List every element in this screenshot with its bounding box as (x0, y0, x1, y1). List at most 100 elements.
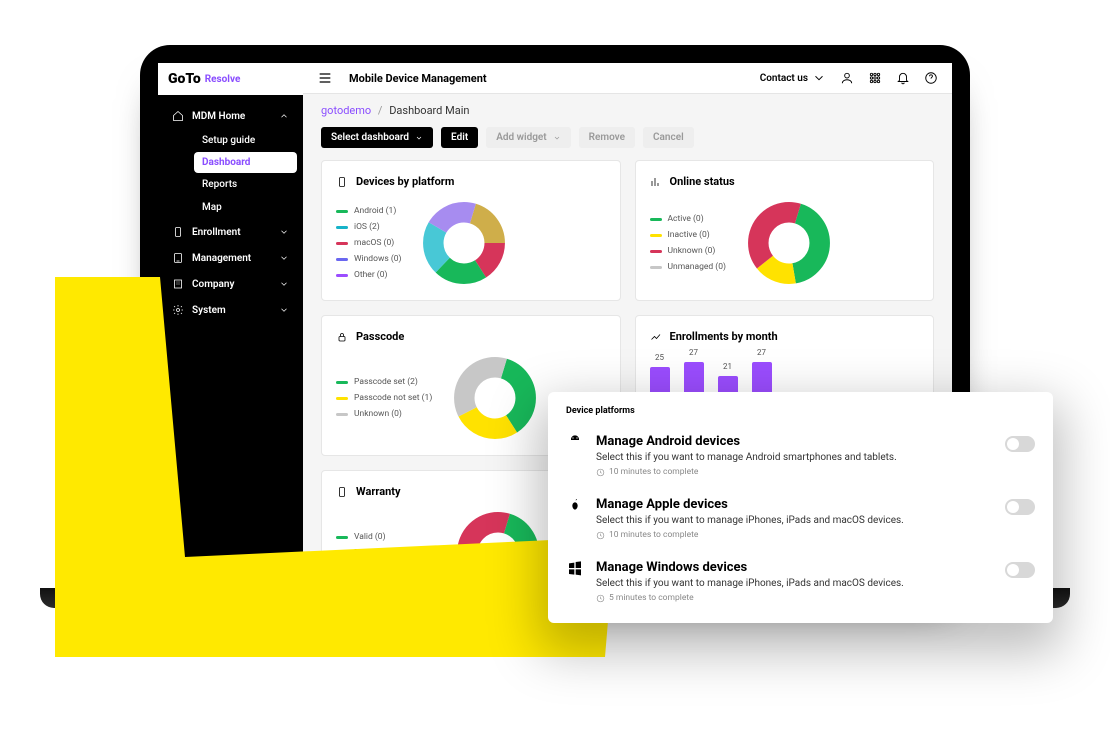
help-icon[interactable] (924, 71, 938, 85)
select-dashboard-button[interactable]: Select dashboard (321, 127, 433, 148)
card-title: Enrollments by month (670, 330, 778, 343)
legend-label: Windows (0) (354, 254, 401, 264)
tablet-icon (172, 252, 184, 264)
legend-label: Android (1) (354, 206, 396, 216)
button-label: Remove (589, 132, 625, 143)
home-icon (172, 110, 184, 122)
sidebar-item-label: MDM Home (192, 111, 245, 122)
legend-label: iOS (2) (354, 222, 380, 232)
button-label: Cancel (653, 132, 684, 143)
breadcrumb: gotodemo / Dashboard Main (303, 94, 952, 121)
chevron-down-icon (415, 134, 423, 142)
device-icon (336, 176, 348, 188)
sidebar-item-label: Setup guide (202, 135, 255, 146)
legend-item: Active (0) (650, 214, 726, 224)
platform-row: Manage Android devices Select this if you… (566, 424, 1035, 487)
sidebar-item-enrollment[interactable]: Enrollment (158, 219, 303, 245)
logo[interactable]: GoTo Resolve (158, 63, 303, 95)
legend: Android (1)iOS (2)macOS (0)Windows (0)Ot… (336, 206, 401, 280)
sidebar-item-label: Reports (202, 179, 237, 190)
legend-item: Windows (0) (336, 254, 401, 264)
legend-label: Unknown (0) (668, 246, 716, 256)
cancel-button[interactable]: Cancel (643, 127, 694, 148)
edit-button[interactable]: Edit (441, 127, 478, 148)
sidebar-item-dashboard[interactable]: Dashboard (194, 152, 297, 173)
legend-item: macOS (0) (336, 238, 401, 248)
platform-toggle[interactable] (1005, 562, 1035, 578)
sidebar-item-reports[interactable]: Reports (188, 173, 303, 196)
add-widget-button[interactable]: Add widget (486, 127, 570, 148)
logo-resolve: Resolve (205, 74, 241, 85)
legend-label: macOS (0) (354, 238, 394, 248)
bars-icon (650, 176, 662, 188)
legend-item: Unmanaged (0) (650, 262, 726, 272)
popup-heading: Device platforms (566, 406, 1035, 416)
logo-goto: GoTo (168, 71, 201, 87)
legend-swatch (650, 250, 662, 253)
sidebar-item-label: Map (202, 202, 222, 213)
platform-toggle[interactable] (1005, 499, 1035, 515)
sidebar-item-management[interactable]: Management (158, 245, 303, 271)
legend-label: Active (0) (668, 214, 704, 224)
bell-icon[interactable] (896, 71, 910, 85)
legend-item: Unknown (0) (650, 246, 726, 256)
clock-icon (596, 594, 605, 603)
breadcrumb-root[interactable]: gotodemo (321, 104, 371, 117)
apps-icon[interactable] (868, 71, 882, 85)
legend-item: Inactive (0) (650, 230, 726, 240)
chevron-down-icon (279, 253, 289, 263)
decorative-yellow-accent (55, 277, 615, 657)
chevron-down-icon (279, 227, 289, 237)
button-label: Select dashboard (331, 132, 409, 143)
legend-swatch (336, 210, 348, 213)
legend-label: Inactive (0) (668, 230, 710, 240)
platform-desc: Select this if you want to manage iPhone… (596, 578, 993, 589)
platform-toggle[interactable] (1005, 436, 1035, 452)
sidebar-item-label: Management (192, 253, 251, 264)
phone-icon (172, 226, 184, 238)
device-platforms-popup: Device platforms Manage Android devices S… (548, 392, 1053, 623)
platform-row: Manage Apple devicesSelect this if you w… (566, 487, 1035, 550)
remove-button[interactable]: Remove (579, 127, 635, 148)
button-label: Edit (451, 132, 468, 143)
bar-value: 25 (655, 353, 664, 362)
sidebar-item-label: Dashboard (202, 157, 250, 168)
chevron-down-icon (812, 71, 826, 85)
platform-title: Manage Android devices (596, 434, 993, 449)
page-title: Mobile Device Management (349, 72, 487, 85)
menu-icon[interactable] (317, 70, 333, 86)
legend-swatch (336, 258, 348, 261)
platform-time: 10 minutes to complete (596, 530, 993, 540)
platform-time: 10 minutes to complete (596, 467, 993, 477)
sidebar-item-home[interactable]: MDM Home (158, 103, 303, 129)
donut-chart (746, 200, 832, 286)
legend-swatch (650, 234, 662, 237)
sidebar-item-label: Enrollment (192, 227, 241, 238)
contact-link[interactable]: Contact us (760, 71, 826, 85)
trend-icon (650, 331, 662, 343)
legend: Active (0) Inactive (0) Unknown (0) Unmanag… (650, 214, 726, 272)
breadcrumb-sep: / (378, 104, 383, 117)
chevron-up-icon (279, 111, 289, 121)
toolbar: Select dashboard Edit Add widget Remove … (303, 121, 952, 160)
platform-time: 5 minutes to complete (596, 593, 993, 603)
legend-swatch (650, 266, 662, 269)
sidebar-item-map[interactable]: Map (188, 196, 303, 219)
card-title: Online status (670, 175, 735, 188)
platform-icon (566, 560, 584, 603)
sidebar-item-setup[interactable]: Setup guide (188, 129, 303, 152)
legend-swatch (336, 242, 348, 245)
breadcrumb-current: Dashboard Main (389, 104, 469, 117)
clock-icon (596, 468, 605, 477)
legend-swatch (650, 218, 662, 221)
popup-rows: Manage Android devices Select this if you… (566, 424, 1035, 613)
platform-desc: Select this if you want to manage Androi… (596, 452, 993, 463)
legend-label: Unmanaged (0) (668, 262, 726, 272)
bar-value: 21 (723, 362, 732, 371)
bar-value: 27 (757, 348, 766, 357)
user-icon[interactable] (840, 71, 854, 85)
donut-chart (421, 200, 507, 286)
legend-swatch (336, 226, 348, 229)
platform-row: Manage Windows devicesSelect this if you… (566, 550, 1035, 613)
card-online-status: Online status Active (0) Inactive (0) Unkn… (635, 160, 935, 301)
